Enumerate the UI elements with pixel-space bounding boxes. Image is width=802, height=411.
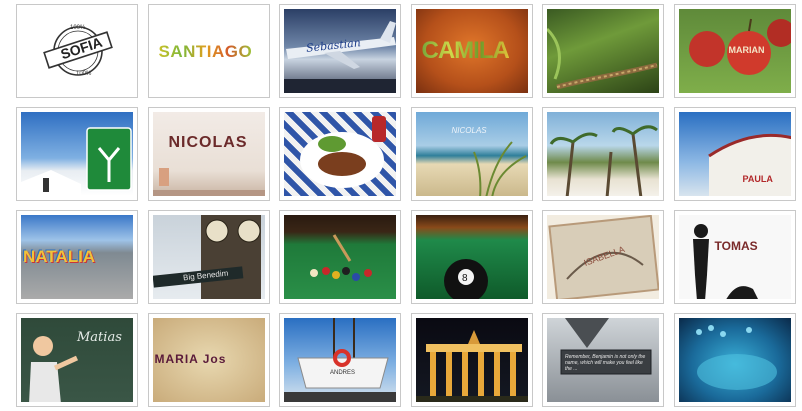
gallery-item-isabella[interactable]: ISABELLA	[542, 210, 664, 304]
benjamin-plate-text: Remember, Benjamin is not only the name,…	[565, 354, 646, 372]
gallery-item-benjamin-plate[interactable]: Remember, Benjamin is not only the name,…	[542, 313, 664, 407]
gallery-item-eight-ball[interactable]: 8	[410, 210, 533, 304]
maria-jose-label: MARIA Jos	[154, 352, 227, 366]
brandenburg-gate-image	[415, 318, 528, 402]
underwater-reef-image	[678, 318, 791, 402]
beach-image: NICOLAS	[415, 112, 528, 196]
gallery-item-tomas[interactable]: TOMAS	[673, 210, 796, 304]
santiago-image: SANTIAGO	[152, 9, 265, 93]
gallery-item-marian[interactable]: MARIAN	[673, 4, 796, 98]
road-sign-graphic	[21, 127, 132, 196]
gallery-item-brandenburg-gate[interactable]	[410, 313, 533, 407]
gate-graphic	[415, 330, 528, 402]
natalia-label: NATALIA	[23, 247, 96, 266]
camila-label: CAMILA	[421, 37, 510, 64]
graffiti-wall-image: NATALIA	[21, 215, 133, 299]
gallery-item-santiago[interactable]: SANTIAGO	[147, 4, 270, 98]
gallery-item-camila[interactable]: CAMILA	[410, 4, 533, 98]
big-ben-image: Big Benedim	[152, 215, 265, 299]
sofia-stamp-top-text: 100%	[70, 25, 86, 31]
gallery-item-palms[interactable]	[542, 107, 664, 201]
matias-label: Matias	[77, 330, 122, 345]
beach-label: NICOLAS	[451, 126, 487, 135]
gallery-item-matias[interactable]: Matias	[16, 313, 138, 407]
gallery-item-big-ben[interactable]: Big Benedim	[147, 210, 270, 304]
camila-image: CAMILA	[415, 9, 528, 93]
gallery-item-beach[interactable]: NICOLAS	[410, 107, 533, 201]
pool-balls-graphic	[310, 234, 372, 281]
building-graphic	[707, 133, 791, 196]
marian-label: MARIAN	[728, 45, 765, 55]
gallery-item-sofia[interactable]: SOFIA 100% 100%	[16, 4, 138, 98]
steak-plate-image	[284, 112, 396, 196]
gallery-item-andres[interactable]: ANDRES	[279, 313, 401, 407]
rope-graphic	[547, 27, 658, 90]
maria-jose-paper-image: MARIA Jos	[152, 318, 265, 402]
gallery-item-rope[interactable]	[542, 4, 664, 98]
gallery-item-road-sign[interactable]	[16, 107, 138, 201]
grass-graphic	[472, 141, 526, 196]
person-graphic	[152, 168, 265, 196]
name-image-gallery: SOFIA 100% 100% SANTIAGO Sebastian CAMIL…	[16, 4, 796, 408]
tomas-silhouette-image: TOMAS	[678, 215, 791, 299]
boat-graphic	[284, 318, 396, 402]
svg-text:8: 8	[462, 273, 468, 284]
isabella-postcard-image: ISABELLA	[547, 215, 659, 299]
gallery-item-maria-jose[interactable]: MARIA Jos	[147, 313, 270, 407]
gallery-item-sebastian[interactable]: Sebastian	[279, 4, 401, 98]
palms-graphic	[549, 125, 658, 196]
airplane-image: Sebastian	[284, 9, 396, 93]
gallery-item-underwater[interactable]	[673, 313, 796, 407]
paula-building-image: PAULA	[678, 112, 791, 196]
pool-table-image	[284, 215, 396, 299]
apples-image: MARIAN	[678, 9, 791, 93]
gallery-item-paula[interactable]: PAULA	[673, 107, 796, 201]
sofia-stamp-bottom-text: 100%	[76, 71, 92, 77]
tomas-label: TOMAS	[714, 239, 758, 253]
silhouette-graphic	[692, 224, 758, 299]
nicolas-letters-image: NICOLAS	[152, 112, 265, 196]
paula-label: PAULA	[742, 174, 773, 184]
andres-boat-image: ANDRES	[284, 318, 396, 402]
santiago-label: SANTIAGO	[158, 42, 253, 61]
chalkboard-boy-image: Matias	[21, 318, 133, 402]
clock-tower-graphic	[152, 215, 261, 299]
gallery-item-pool-table[interactable]	[279, 210, 401, 304]
plate-graphic	[300, 116, 386, 188]
jungle-rope-image	[547, 9, 659, 93]
reef-graphic	[695, 325, 777, 390]
sofia-stamp-image: SOFIA 100% 100%	[21, 9, 133, 93]
gallery-item-steak[interactable]	[279, 107, 401, 201]
gallery-item-natalia[interactable]: NATALIA	[16, 210, 138, 304]
benjamin-plate-image: Remember, Benjamin is not only the name,…	[547, 318, 659, 402]
road-sign-image	[21, 112, 133, 196]
gallery-item-nicolas[interactable]: NICOLAS	[147, 107, 270, 201]
eight-ball-graphic: 8	[443, 259, 488, 299]
eight-ball-image: 8	[415, 215, 528, 299]
palm-beach-image	[547, 112, 659, 196]
andres-label: ANDRES	[330, 370, 356, 376]
